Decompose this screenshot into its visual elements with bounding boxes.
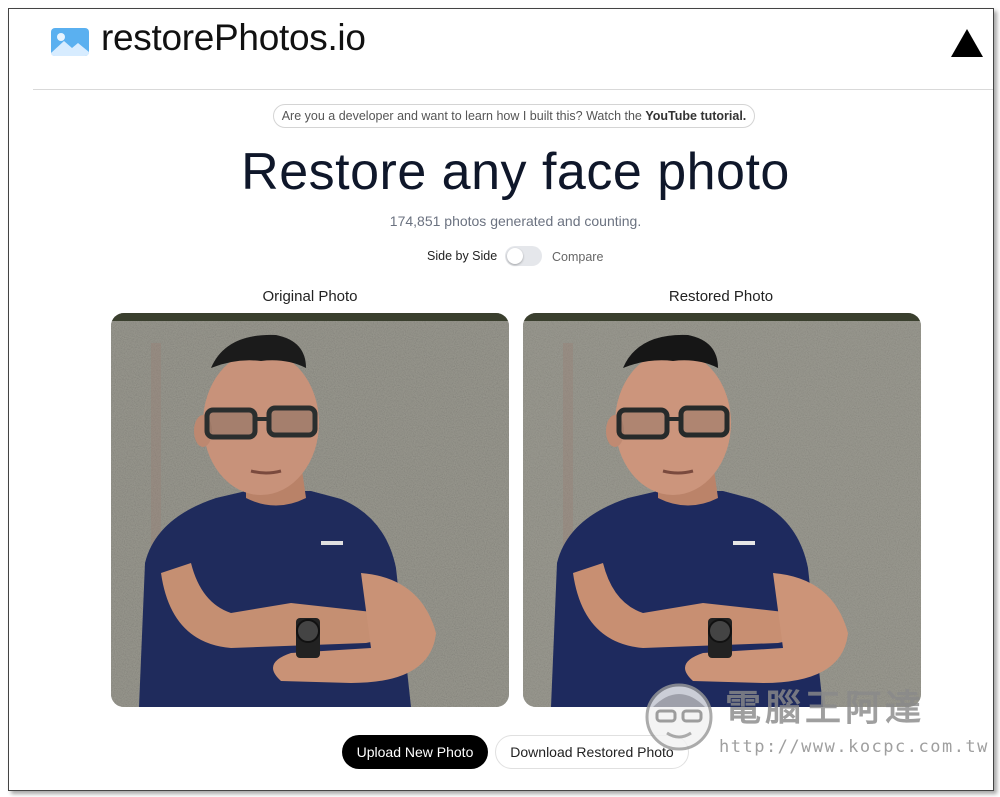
watermark-text: 電腦王阿達 bbox=[725, 687, 926, 728]
site-header: restorePhotos.io bbox=[9, 9, 993, 89]
watermark-url: http://www.kocpc.com.tw bbox=[719, 737, 989, 757]
original-photo-label: Original Photo bbox=[262, 288, 358, 305]
restored-photo bbox=[523, 313, 921, 707]
original-photo bbox=[111, 313, 509, 707]
image-landscape-icon[interactable] bbox=[50, 27, 90, 57]
triangle-icon[interactable] bbox=[949, 27, 985, 59]
developer-banner: Are you a developer and want to learn ho… bbox=[273, 104, 755, 128]
brand-name[interactable]: restorePhotos.io bbox=[101, 17, 366, 59]
view-toggle: Side by Side Compare bbox=[427, 246, 627, 266]
mascot-face-icon bbox=[645, 683, 713, 751]
side-by-side-label[interactable]: Side by Side bbox=[427, 249, 497, 263]
switch-knob bbox=[507, 248, 523, 264]
banner-text: Are you a developer and want to learn ho… bbox=[281, 109, 646, 123]
compare-label[interactable]: Compare bbox=[552, 250, 603, 264]
browser-page: restorePhotos.io Are you a developer and… bbox=[8, 8, 994, 791]
page-title: Restore any face photo bbox=[241, 143, 790, 201]
header-divider bbox=[33, 89, 993, 90]
site-watermark: 電腦王阿達 http://www.kocpc.com.tw bbox=[639, 677, 987, 767]
youtube-tutorial-link[interactable]: YouTube tutorial. bbox=[645, 109, 746, 123]
upload-new-photo-button[interactable]: Upload New Photo bbox=[342, 735, 488, 769]
photos-counter: 174,851 photos generated and counting. bbox=[389, 213, 642, 229]
restored-photo-label: Restored Photo bbox=[668, 288, 774, 305]
view-switch[interactable] bbox=[505, 246, 542, 266]
